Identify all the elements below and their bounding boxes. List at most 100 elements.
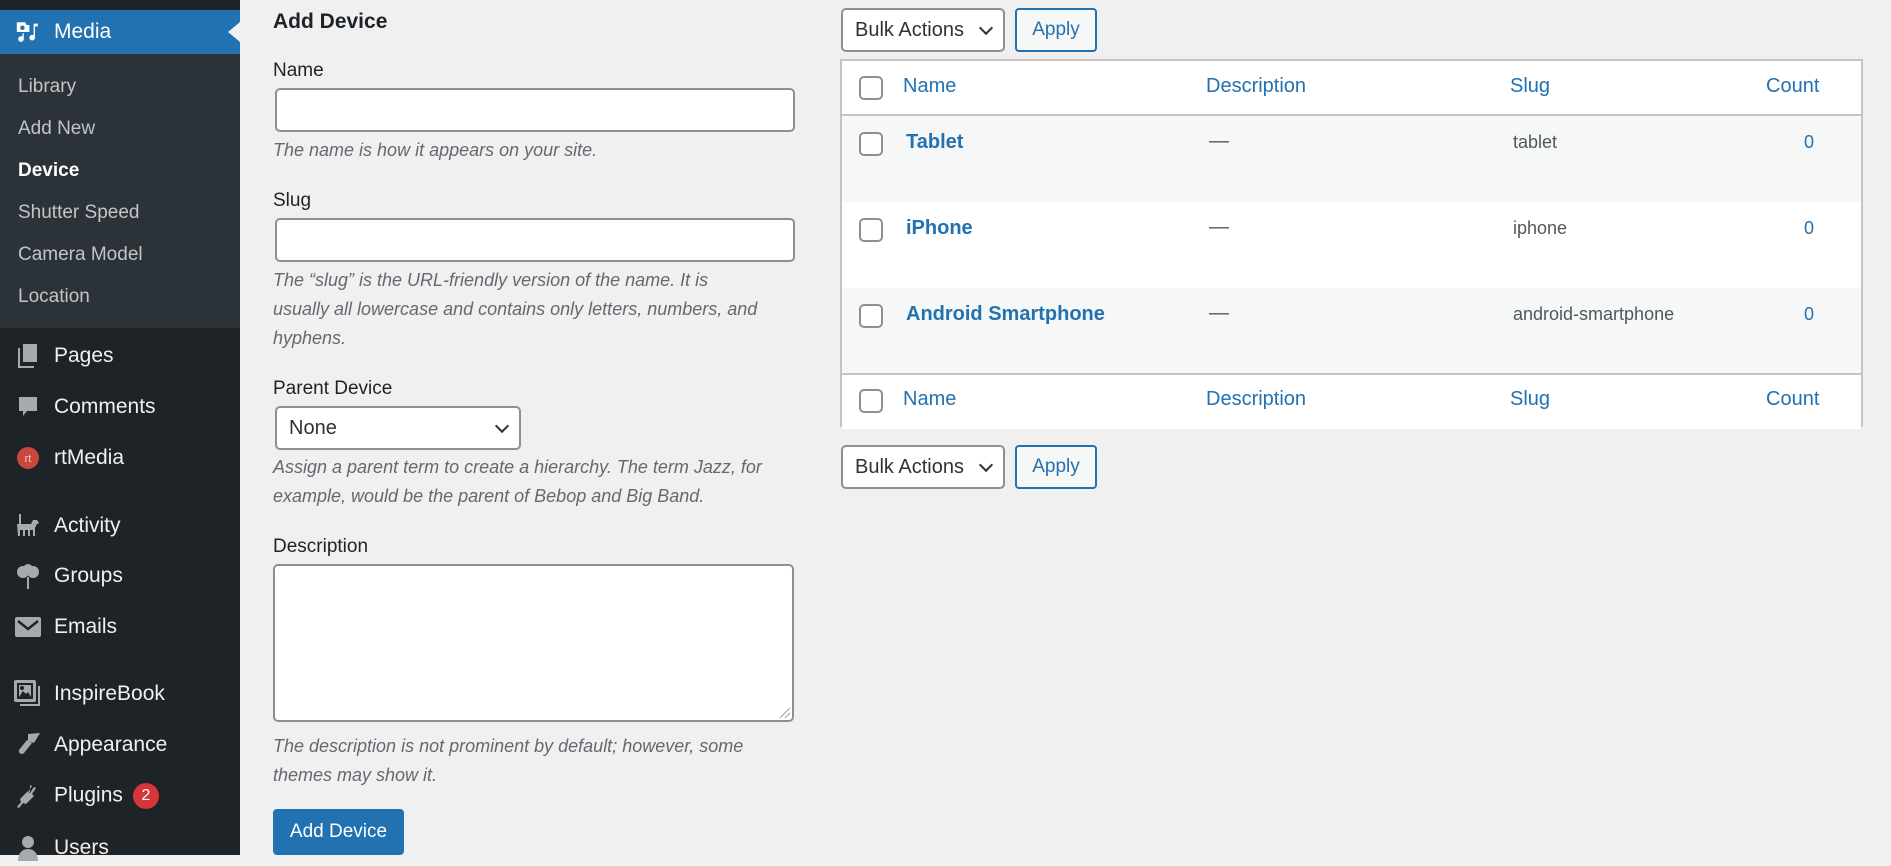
- row-checkbox[interactable]: [859, 304, 883, 328]
- bulk-actions-select-bottom[interactable]: Bulk Actions: [841, 445, 1005, 489]
- sidebar-item-label: InspireBook: [54, 682, 165, 705]
- term-slug: android-smartphone: [1513, 304, 1675, 324]
- sidebar-item-inspirebook[interactable]: InspireBook: [0, 676, 240, 712]
- description-textarea[interactable]: [273, 564, 794, 722]
- sidebar-item-rtmedia[interactable]: rt rtMedia: [0, 440, 240, 476]
- sidebar-item-activity[interactable]: Activity: [0, 508, 240, 544]
- table-row: Tablet — tablet 0: [842, 116, 1861, 202]
- media-submenu: Library Add New Device Shutter Speed Cam…: [0, 54, 240, 328]
- term-count-link[interactable]: 0: [1804, 304, 1814, 325]
- slug-help-text: The “slug” is the URL-friendly version o…: [273, 266, 803, 353]
- submenu-item-location[interactable]: Location: [18, 286, 90, 308]
- slug-help-line: usually all lowercase and contains only …: [273, 299, 758, 319]
- sidebar-item-label: Appearance: [54, 733, 168, 756]
- column-header-name[interactable]: Name: [903, 75, 956, 98]
- table-footer-row: Name Description Slug Count: [842, 375, 1861, 429]
- row-checkbox[interactable]: [859, 132, 883, 156]
- slug-input[interactable]: [275, 218, 795, 262]
- sidebar-item-label: rtMedia: [54, 446, 125, 469]
- row-checkbox[interactable]: [859, 218, 883, 242]
- submenu-item-library[interactable]: Library: [18, 76, 76, 98]
- select-all-checkbox[interactable]: [859, 76, 883, 100]
- term-description: —: [1209, 302, 1229, 324]
- parent-help-line: Assign a parent term to create a hierarc…: [273, 457, 762, 477]
- update-count-badge: 2: [132, 783, 159, 809]
- term-count-link[interactable]: 0: [1804, 218, 1814, 239]
- table-row: Android Smartphone — android-smartphone …: [842, 288, 1861, 374]
- table-row: iPhone — iphone 0: [842, 202, 1861, 288]
- sidebar-item-label: Pages: [54, 344, 114, 367]
- plugins-icon: [13, 781, 43, 811]
- select-all-checkbox-footer[interactable]: [859, 389, 883, 413]
- form-title: Add Device: [273, 10, 388, 33]
- column-header-description[interactable]: Description: [1206, 75, 1306, 98]
- sidebar-item-media[interactable]: Media: [0, 10, 240, 54]
- column-footer-description[interactable]: Description: [1206, 388, 1306, 411]
- description-help-line: themes may show it.: [273, 765, 438, 785]
- column-footer-slug[interactable]: Slug: [1510, 388, 1550, 411]
- appearance-icon: [13, 730, 43, 760]
- submenu-item-device[interactable]: Device: [18, 160, 79, 182]
- sidebar-item-groups[interactable]: Groups: [0, 558, 240, 594]
- table-header-row: Name Description Slug Count: [842, 61, 1861, 114]
- submenu-item-add-new[interactable]: Add New: [18, 118, 95, 140]
- sidebar-item-label: Activity: [54, 514, 121, 537]
- description-help-text: The description is not prominent by defa…: [273, 732, 803, 790]
- parent-select-value: None: [289, 416, 337, 439]
- term-count-link[interactable]: 0: [1804, 132, 1814, 153]
- description-help-line: The description is not prominent by defa…: [273, 736, 744, 756]
- sidebar-item-label: Media: [54, 20, 112, 43]
- resize-handle[interactable]: [780, 708, 790, 718]
- sidebar-item-pages[interactable]: Pages: [0, 338, 240, 374]
- term-name-link[interactable]: iPhone: [906, 217, 973, 240]
- apply-button-top[interactable]: Apply: [1015, 8, 1097, 52]
- sidebar-item-appearance[interactable]: Appearance: [0, 727, 240, 763]
- sidebar-item-label: Comments: [54, 395, 156, 418]
- parent-help-line: example, would be the parent of Bebop an…: [273, 486, 705, 506]
- submenu-item-shutter-speed[interactable]: Shutter Speed: [18, 202, 139, 224]
- rtmedia-icon: rt: [13, 443, 43, 473]
- chevron-down-icon: [494, 418, 510, 434]
- sidebar-item-comments[interactable]: Comments: [0, 389, 240, 425]
- term-slug: iphone: [1513, 218, 1568, 238]
- slug-help-line: hyphens.: [273, 328, 347, 348]
- bulk-actions-value: Bulk Actions: [855, 455, 964, 478]
- name-input[interactable]: [275, 88, 795, 132]
- inspirebook-icon: [13, 679, 43, 709]
- svg-text:rt: rt: [25, 453, 32, 465]
- submenu-item-camera-model[interactable]: Camera Model: [18, 244, 143, 266]
- parent-select[interactable]: None: [275, 406, 521, 450]
- column-header-slug[interactable]: Slug: [1510, 75, 1550, 98]
- term-name-link[interactable]: Tablet: [906, 131, 963, 154]
- name-label: Name: [273, 60, 324, 81]
- slug-help-line: The “slug” is the URL-friendly version o…: [273, 270, 709, 290]
- column-footer-name[interactable]: Name: [903, 388, 956, 411]
- parent-help-text: Assign a parent term to create a hierarc…: [273, 453, 803, 511]
- sidebar-item-emails[interactable]: Emails: [0, 609, 240, 645]
- bulk-actions-select-top[interactable]: Bulk Actions: [841, 8, 1005, 52]
- sidebar-item-users[interactable]: Users: [0, 830, 240, 866]
- sidebar-item-label: Plugins 2: [54, 783, 159, 809]
- column-footer-count[interactable]: Count: [1766, 388, 1819, 411]
- comments-icon: [13, 392, 43, 422]
- term-name-link[interactable]: Android Smartphone: [906, 303, 1105, 326]
- add-device-button[interactable]: Add Device: [273, 809, 404, 855]
- sidebar-item-plugins[interactable]: Plugins 2: [0, 778, 240, 814]
- bulk-actions-value: Bulk Actions: [855, 18, 964, 41]
- slug-label: Slug: [273, 190, 312, 211]
- terms-table: Name Description Slug Count Tablet — tab…: [840, 59, 1863, 429]
- users-icon: [13, 833, 43, 863]
- column-header-count[interactable]: Count: [1766, 75, 1819, 98]
- sidebar-item-label: Emails: [54, 615, 118, 638]
- term-description: —: [1209, 130, 1229, 152]
- pages-icon: [13, 341, 43, 371]
- chevron-down-icon: [978, 20, 994, 36]
- term-description: —: [1209, 216, 1229, 238]
- apply-button-bottom[interactable]: Apply: [1015, 445, 1097, 489]
- groups-icon: [13, 561, 43, 591]
- sidebar-item-label: Groups: [54, 564, 123, 587]
- chevron-down-icon: [978, 457, 994, 473]
- parent-label: Parent Device: [273, 378, 393, 399]
- admin-sidebar: Media Library Add New Device Shutter Spe…: [0, 0, 240, 861]
- media-icon: [13, 17, 43, 47]
